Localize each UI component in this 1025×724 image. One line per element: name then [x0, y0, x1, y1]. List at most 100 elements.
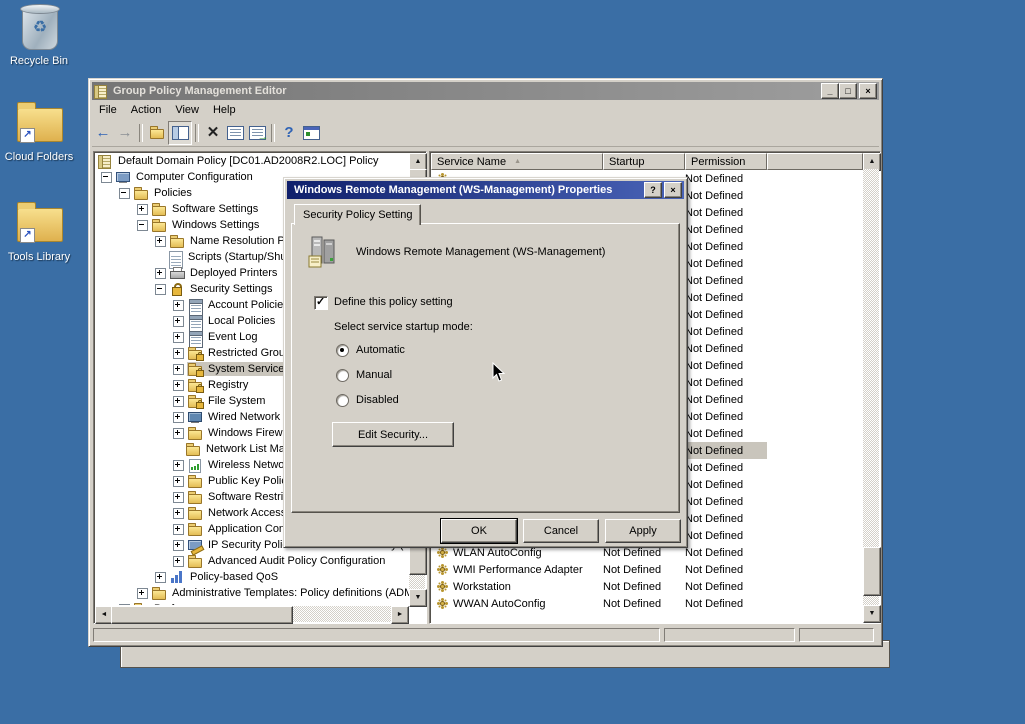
- column-header-permission[interactable]: Permission: [685, 153, 767, 170]
- desktop-icon-label: Cloud Folders: [0, 151, 78, 163]
- desktop-icon-recycle-bin[interactable]: Recycle Bin: [0, 4, 78, 67]
- menu-action[interactable]: Action: [124, 102, 169, 118]
- radio-label-disabled[interactable]: Disabled: [356, 394, 399, 406]
- permission-value: Not Defined: [685, 360, 767, 372]
- shortcut-arrow-icon: ↗: [20, 228, 35, 243]
- menu-file[interactable]: File: [92, 102, 124, 118]
- expand-plus-icon[interactable]: [155, 572, 166, 583]
- expand-plus-icon[interactable]: [173, 460, 184, 471]
- dialog-close-icon[interactable]: ×: [664, 182, 682, 198]
- define-policy-checkbox[interactable]: [314, 296, 328, 310]
- tree-item-label: Security Settings: [188, 283, 275, 295]
- properties-icon[interactable]: [224, 122, 246, 144]
- collapse-minus-icon[interactable]: [101, 172, 112, 183]
- service-name: WMI Performance Adapter: [453, 564, 583, 576]
- close-button[interactable]: ×: [859, 83, 877, 99]
- expand-plus-icon[interactable]: [155, 268, 166, 279]
- scrollbar-thumb[interactable]: [863, 547, 881, 596]
- expand-plus-icon[interactable]: [173, 364, 184, 375]
- up-folder-icon[interactable]: [146, 122, 168, 144]
- help-icon[interactable]: ?: [644, 182, 662, 198]
- expand-plus-icon[interactable]: [173, 316, 184, 327]
- export-list-icon[interactable]: [246, 122, 268, 144]
- tree-item-advanced-audit-policy[interactable]: Advanced Audit Policy Configuration: [95, 553, 409, 569]
- maximize-button[interactable]: □: [839, 83, 857, 99]
- apply-button[interactable]: Apply: [605, 519, 681, 543]
- scroll-down-icon[interactable]: ▼: [409, 589, 427, 607]
- expand-plus-icon[interactable]: [173, 540, 184, 551]
- minimize-button[interactable]: _: [821, 83, 839, 99]
- permission-value: Not Defined: [685, 343, 767, 355]
- permission-value: Not Defined: [685, 530, 767, 542]
- column-header-blank[interactable]: [767, 153, 863, 170]
- column-header-service-name[interactable]: Service Name▲: [431, 153, 603, 170]
- forward-icon[interactable]: →: [114, 122, 136, 144]
- edit-security-button[interactable]: Edit Security...: [332, 422, 454, 447]
- back-icon[interactable]: ←: [92, 122, 114, 144]
- dialog-titlebar[interactable]: Windows Remote Management (WS-Management…: [287, 181, 684, 199]
- radio-disabled[interactable]: [336, 394, 349, 407]
- tree-item-policy-based-qos[interactable]: Policy-based QoS: [95, 569, 409, 585]
- expand-plus-icon[interactable]: [173, 396, 184, 407]
- mouse-cursor: [492, 362, 506, 383]
- service-name: WLAN AutoConfig: [453, 547, 542, 559]
- expand-plus-icon[interactable]: [119, 604, 130, 606]
- desktop-icon-cloud-folders[interactable]: ↗Cloud Folders: [0, 100, 78, 163]
- window-pane-icon[interactable]: [300, 122, 322, 144]
- tab-security-policy-setting[interactable]: Security Policy Setting: [294, 204, 421, 225]
- collapse-minus-icon[interactable]: [119, 188, 130, 199]
- permission-value: Not Defined: [685, 326, 767, 338]
- service-row-wwan-autoconfig[interactable]: WWAN AutoConfigNot DefinedNot Defined: [431, 595, 863, 612]
- tree-horizontal-scrollbar[interactable]: ◄ ►: [95, 606, 409, 622]
- expand-plus-icon[interactable]: [173, 476, 184, 487]
- expand-plus-icon[interactable]: [173, 380, 184, 391]
- tree-item-preferences[interactable]: Preferences: [95, 601, 409, 605]
- list-vertical-scrollbar[interactable]: ▲ ▼: [863, 153, 879, 621]
- column-header-startup[interactable]: Startup: [603, 153, 685, 170]
- expand-plus-icon[interactable]: [137, 204, 148, 215]
- service-row-wmi-performance-adapter[interactable]: WMI Performance AdapterNot DefinedNot De…: [431, 561, 863, 578]
- permission-value: Not Defined: [685, 581, 767, 593]
- scrollbar-thumb[interactable]: [111, 606, 293, 624]
- delete-icon[interactable]: ✕: [202, 122, 224, 144]
- expand-plus-icon[interactable]: [173, 332, 184, 343]
- define-policy-label[interactable]: Define this policy setting: [334, 296, 453, 308]
- service-row-workstation[interactable]: WorkstationNot DefinedNot Defined: [431, 578, 863, 595]
- radio-manual[interactable]: [336, 369, 349, 382]
- expand-plus-icon[interactable]: [155, 236, 166, 247]
- wireless-icon: [188, 459, 203, 472]
- cancel-button[interactable]: Cancel: [523, 519, 599, 543]
- tree-item-default-domain-policy[interactable]: Default Domain Policy [DC01.AD2008R2.LOC…: [95, 153, 409, 169]
- permission-value: Not Defined: [685, 241, 767, 253]
- expand-plus-icon[interactable]: [173, 348, 184, 359]
- expand-plus-icon[interactable]: [173, 524, 184, 535]
- folder-lock-icon: [188, 363, 203, 376]
- service-name: Workstation: [453, 581, 511, 593]
- scroll-down-icon[interactable]: ▼: [863, 605, 881, 623]
- help-icon[interactable]: ?: [278, 122, 300, 144]
- menu-view[interactable]: View: [168, 102, 206, 118]
- radio-label-automatic[interactable]: Automatic: [356, 344, 405, 356]
- ok-button[interactable]: OK: [441, 519, 517, 543]
- startup-mode-label: Select service startup mode:: [334, 321, 473, 333]
- console-tree-icon[interactable]: [168, 121, 192, 145]
- scroll-right-icon[interactable]: ►: [391, 606, 409, 624]
- radio-label-manual[interactable]: Manual: [356, 369, 392, 381]
- expand-plus-icon[interactable]: [173, 300, 184, 311]
- expand-plus-icon[interactable]: [173, 508, 184, 519]
- collapse-minus-icon[interactable]: [137, 220, 148, 231]
- menu-help[interactable]: Help: [206, 102, 243, 118]
- collapse-minus-icon[interactable]: [155, 284, 166, 295]
- desktop-icon-tools-library[interactable]: ↗Tools Library: [0, 200, 78, 263]
- window-titlebar[interactable]: Group Policy Management Editor _ □ ×: [92, 82, 879, 100]
- expand-plus-icon[interactable]: [137, 588, 148, 599]
- expand-plus-icon[interactable]: [173, 428, 184, 439]
- tree-item-administrative-templates-policy[interactable]: Administrative Templates: Policy definit…: [95, 585, 409, 601]
- scrollbar-track[interactable]: [863, 169, 879, 605]
- radio-automatic[interactable]: [336, 344, 349, 357]
- expand-plus-icon[interactable]: [173, 492, 184, 503]
- expand-plus-icon[interactable]: [173, 412, 184, 423]
- expand-plus-icon[interactable]: [173, 556, 184, 567]
- column-header-label: Service Name: [437, 156, 506, 168]
- tree-item-label: Default Domain Policy [DC01.AD2008R2.LOC…: [116, 155, 380, 167]
